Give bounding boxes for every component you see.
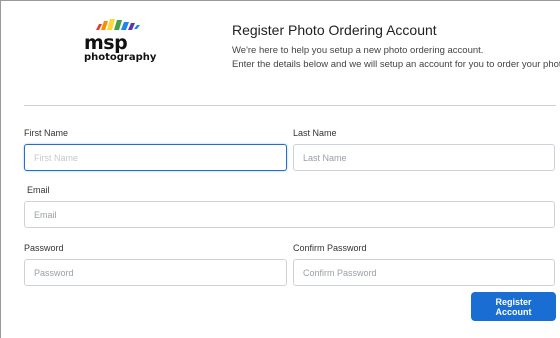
confirm-password-label: Confirm Password [293, 243, 367, 253]
brand-name: msp [84, 32, 128, 54]
password-label: Password [24, 243, 64, 253]
last-name-input[interactable] [293, 144, 555, 171]
intro-text-line2: Enter the details below and we will setu… [232, 59, 560, 70]
intro-text-line1: We're here to help you setup a new photo… [232, 45, 484, 56]
last-name-label: Last Name [293, 128, 337, 138]
window-border-top [0, 0, 560, 1]
email-input[interactable] [24, 201, 555, 228]
confirm-password-input[interactable] [293, 259, 555, 286]
section-divider [24, 105, 556, 106]
first-name-input[interactable] [24, 144, 287, 171]
email-label: Email [27, 185, 50, 195]
password-input[interactable] [24, 259, 287, 286]
window-border-left [0, 0, 1, 338]
brand-logo: msp photography [80, 16, 160, 64]
register-account-button[interactable]: Register Account [471, 292, 556, 321]
first-name-label: First Name [24, 128, 69, 138]
brand-tagline: photography [84, 52, 157, 63]
page-title: Register Photo Ordering Account [232, 22, 437, 38]
